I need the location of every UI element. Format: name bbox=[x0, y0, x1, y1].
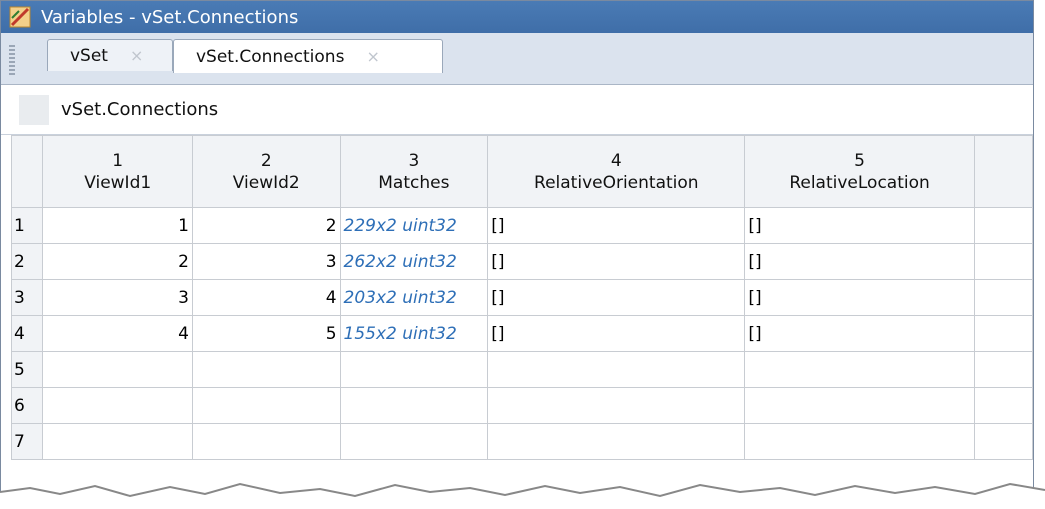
cell-matches-link[interactable]: 229x2 uint32 bbox=[339, 207, 489, 244]
cell-empty[interactable] bbox=[973, 207, 1033, 244]
cell-relative-location[interactable]: [] bbox=[744, 315, 975, 352]
table-row: 5 bbox=[10, 351, 1033, 388]
cell-relative-orientation[interactable]: [] bbox=[487, 243, 746, 280]
table-row: 7 bbox=[10, 423, 1033, 460]
column-header[interactable]: 4 RelativeOrientation bbox=[487, 135, 746, 208]
cell-viewid2[interactable] bbox=[191, 423, 341, 460]
column-index: 5 bbox=[854, 150, 865, 171]
table-row: 1 1 2 229x2 uint32 [] [] bbox=[10, 207, 1033, 244]
variables-window: Variables - vSet.Connections vSet × vSet… bbox=[0, 0, 1034, 500]
table-corner[interactable] bbox=[10, 135, 44, 208]
column-header[interactable]: 5 RelativeLocation bbox=[744, 135, 975, 208]
column-header[interactable]: 3 Matches bbox=[339, 135, 489, 208]
column-name: RelativeLocation bbox=[789, 172, 930, 193]
cell-empty[interactable] bbox=[973, 315, 1033, 352]
variable-path-bar: vSet.Connections bbox=[1, 85, 1033, 135]
cell-viewid2[interactable]: 3 bbox=[191, 243, 341, 280]
column-header-empty[interactable] bbox=[973, 135, 1033, 208]
variables-editor-icon bbox=[9, 6, 31, 28]
tab-label: vSet.Connections bbox=[196, 46, 345, 67]
cell-matches-link[interactable]: 203x2 uint32 bbox=[339, 279, 489, 316]
cell-relative-location[interactable] bbox=[744, 351, 975, 388]
window-title: Variables - vSet.Connections bbox=[41, 6, 299, 28]
column-header[interactable]: 2 ViewId2 bbox=[191, 135, 341, 208]
cell-viewid1[interactable]: 1 bbox=[42, 207, 193, 244]
table-row: 4 4 5 155x2 uint32 [] [] bbox=[10, 315, 1033, 352]
table-row: 6 bbox=[10, 387, 1033, 424]
cell-relative-location[interactable] bbox=[744, 387, 975, 424]
tab-vset[interactable]: vSet × bbox=[47, 39, 173, 71]
variable-table: 1 ViewId1 2 ViewId2 3 Matches 4 RelativeOrie… bbox=[10, 135, 1033, 460]
table-row: 2 2 3 262x2 uint32 [] [] bbox=[10, 243, 1033, 280]
cell-viewid1[interactable] bbox=[42, 351, 193, 388]
cell-viewid1[interactable] bbox=[42, 423, 193, 460]
cell-relative-orientation[interactable] bbox=[487, 423, 746, 460]
cell-relative-location[interactable]: [] bbox=[744, 207, 975, 244]
row-header[interactable]: 1 bbox=[10, 207, 44, 244]
variable-path: vSet.Connections bbox=[61, 99, 219, 120]
cell-matches-link[interactable] bbox=[339, 423, 489, 460]
title-bar: Variables - vSet.Connections bbox=[1, 1, 1033, 33]
cell-viewid2[interactable]: 5 bbox=[191, 315, 341, 352]
tab-bar: vSet × vSet.Connections × bbox=[1, 33, 1033, 85]
cell-viewid2[interactable]: 4 bbox=[191, 279, 341, 316]
table-row: 3 3 4 203x2 uint32 [] [] bbox=[10, 279, 1033, 316]
tab-vset-connections[interactable]: vSet.Connections × bbox=[173, 39, 443, 73]
column-header[interactable]: 1 ViewId1 bbox=[42, 135, 193, 208]
column-name: RelativeOrientation bbox=[534, 172, 699, 193]
cell-viewid1[interactable] bbox=[42, 387, 193, 424]
row-header[interactable]: 3 bbox=[10, 279, 44, 316]
cell-matches-link[interactable]: 155x2 uint32 bbox=[339, 315, 489, 352]
cell-relative-orientation[interactable] bbox=[487, 387, 746, 424]
select-all-box[interactable] bbox=[19, 94, 49, 125]
column-name: ViewId1 bbox=[84, 172, 152, 193]
torn-edge bbox=[0, 482, 1045, 509]
cell-relative-orientation[interactable] bbox=[487, 351, 746, 388]
cell-matches-link[interactable] bbox=[339, 351, 489, 388]
row-header[interactable]: 4 bbox=[10, 315, 44, 352]
cell-relative-location[interactable] bbox=[744, 423, 975, 460]
cell-empty[interactable] bbox=[973, 351, 1033, 388]
column-name: Matches bbox=[378, 172, 450, 193]
cell-empty[interactable] bbox=[973, 243, 1033, 280]
cell-relative-orientation[interactable]: [] bbox=[487, 207, 746, 244]
cell-viewid1[interactable]: 2 bbox=[42, 243, 193, 280]
cell-relative-location[interactable]: [] bbox=[744, 243, 975, 280]
cell-relative-orientation[interactable]: [] bbox=[487, 279, 746, 316]
column-index: 3 bbox=[408, 150, 420, 171]
cell-empty[interactable] bbox=[973, 423, 1033, 460]
cell-viewid2[interactable]: 2 bbox=[191, 207, 341, 244]
column-index: 1 bbox=[112, 150, 124, 171]
close-icon[interactable]: × bbox=[130, 46, 143, 65]
cell-viewid1[interactable]: 3 bbox=[42, 279, 193, 316]
cell-empty[interactable] bbox=[973, 387, 1033, 424]
toolbar-grip-handle[interactable] bbox=[9, 45, 15, 75]
close-icon[interactable]: × bbox=[366, 47, 379, 66]
cell-viewid2[interactable] bbox=[191, 387, 341, 424]
row-header[interactable]: 6 bbox=[10, 387, 44, 424]
cell-matches-link[interactable]: 262x2 uint32 bbox=[339, 243, 489, 280]
cell-empty[interactable] bbox=[973, 279, 1033, 316]
cell-viewid2[interactable] bbox=[191, 351, 341, 388]
row-header[interactable]: 7 bbox=[10, 423, 44, 460]
column-name: ViewId2 bbox=[232, 172, 300, 193]
row-header[interactable]: 2 bbox=[10, 243, 44, 280]
cell-matches-link[interactable] bbox=[339, 387, 489, 424]
column-index: 2 bbox=[260, 150, 272, 171]
cell-viewid1[interactable]: 4 bbox=[42, 315, 193, 352]
cell-relative-orientation[interactable]: [] bbox=[487, 315, 746, 352]
column-index: 4 bbox=[610, 150, 622, 171]
cell-relative-location[interactable]: [] bbox=[744, 279, 975, 316]
tab-label: vSet bbox=[70, 45, 108, 66]
row-header[interactable]: 5 bbox=[10, 351, 44, 388]
